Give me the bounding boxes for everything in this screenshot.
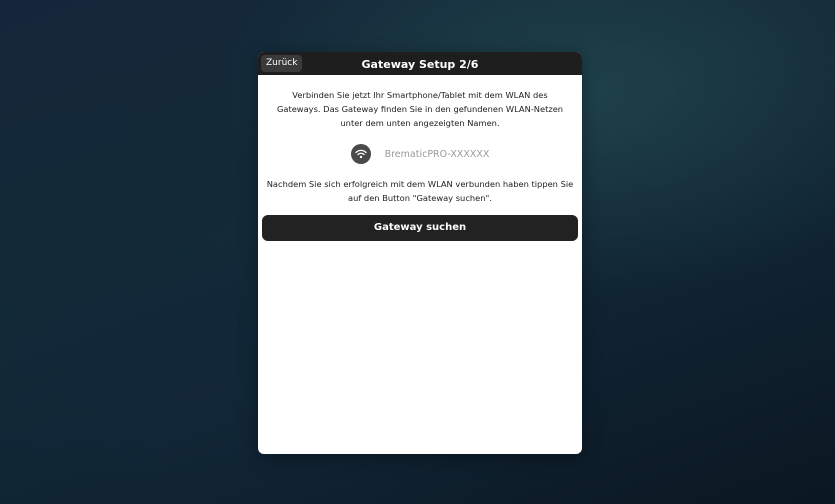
dialog-title: Gateway Setup 2/6: [361, 58, 479, 71]
dialog-header: Zurück Gateway Setup 2/6: [258, 52, 582, 75]
connect-instruction-text: Verbinden Sie jetzt Ihr Smartphone/Table…: [276, 90, 564, 128]
wifi-icon: [350, 144, 371, 164]
search-gateway-button[interactable]: Gateway suchen: [262, 215, 578, 241]
search-instruction-text: Nachdem Sie sich erfolgreich mit dem WLA…: [266, 179, 574, 203]
network-row: BrematicPRO-XXXXXX: [266, 144, 574, 164]
gateway-setup-dialog: Zurück Gateway Setup 2/6 Verbinden Sie j…: [258, 52, 582, 454]
network-ssid: BrematicPRO-XXXXXX: [384, 148, 490, 160]
dialog-body: Verbinden Sie jetzt Ihr Smartphone/Table…: [258, 88, 582, 241]
